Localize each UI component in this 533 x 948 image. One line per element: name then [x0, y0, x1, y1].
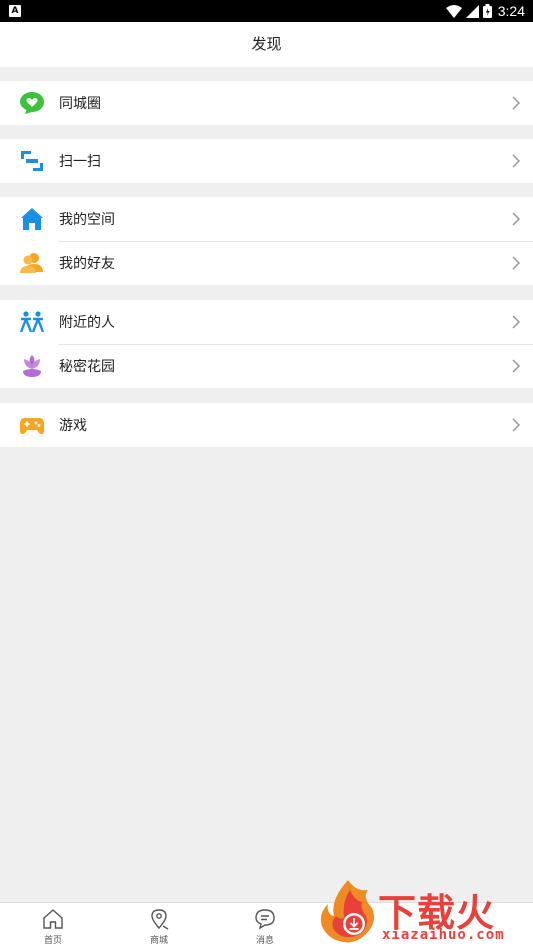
battery-icon	[482, 4, 492, 18]
menu-item-city-circle[interactable]: 同城圈	[0, 81, 533, 125]
wifi-icon	[445, 4, 462, 18]
menu-item-my-friends[interactable]: 我的好友	[0, 241, 533, 285]
menu-item-my-space[interactable]: 我的空间	[0, 197, 533, 241]
menu-item-label: 秘密花园	[59, 359, 115, 375]
menu-group: 游戏	[0, 403, 533, 447]
menu-item-scan[interactable]: 扫一扫	[0, 139, 533, 183]
chat-heart-icon	[20, 92, 44, 114]
chevron-right-icon	[512, 359, 521, 373]
message-icon	[255, 909, 275, 930]
tab-label: 商城	[149, 936, 168, 946]
chevron-right-icon	[512, 96, 521, 110]
menu-item-label: 同城圈	[59, 96, 101, 112]
scan-icon	[21, 151, 43, 171]
menu-group: 同城圈	[0, 81, 533, 125]
tab-home[interactable]: 首页	[0, 903, 106, 948]
clock: 3:24	[497, 3, 525, 19]
menu-item-label: 附近的人	[59, 315, 115, 331]
tab-mall[interactable]: 商城	[106, 903, 212, 948]
tab-label: 首页	[43, 936, 62, 946]
menu-item-label: 我的空间	[59, 212, 115, 228]
menu-item-games[interactable]: 游戏	[0, 403, 533, 447]
chevron-right-icon	[512, 315, 521, 329]
chevron-right-icon	[512, 212, 521, 226]
home-icon	[21, 208, 43, 230]
menu-item-secret-garden[interactable]: 秘密花园	[0, 344, 533, 388]
flame-logo-icon	[320, 880, 374, 943]
cell-signal-icon	[465, 4, 479, 18]
menu-item-label: 游戏	[59, 418, 87, 434]
location-icon	[151, 909, 169, 930]
menu-item-people-nearby[interactable]: 附近的人	[0, 300, 533, 344]
page-title: 发现	[0, 22, 533, 67]
tab-messages[interactable]: 消息	[212, 903, 318, 948]
home-outline-icon	[43, 909, 63, 929]
menu-item-label: 扫一扫	[59, 154, 101, 170]
flower-icon	[23, 355, 41, 377]
app-notification-icon: A	[9, 5, 21, 17]
menu-item-label: 我的好友	[59, 256, 115, 272]
chevron-right-icon	[512, 256, 521, 270]
watermark-site: xiazaihuo.com	[382, 927, 505, 943]
menu-group: 我的空间 我的好友	[0, 197, 533, 285]
status-bar: A 3:24	[0, 0, 533, 22]
tab-label: 消息	[255, 936, 274, 946]
menu-group: 附近的人 秘密花园	[0, 300, 533, 388]
gamepad-icon	[20, 418, 44, 434]
friends-icon	[20, 253, 43, 273]
chevron-right-icon	[512, 154, 521, 168]
watermark: 下载火 xiazaihuo.com	[316, 876, 533, 947]
chevron-right-icon	[512, 418, 521, 432]
people-nearby-icon	[19, 311, 45, 333]
menu-group: 扫一扫	[0, 139, 533, 183]
